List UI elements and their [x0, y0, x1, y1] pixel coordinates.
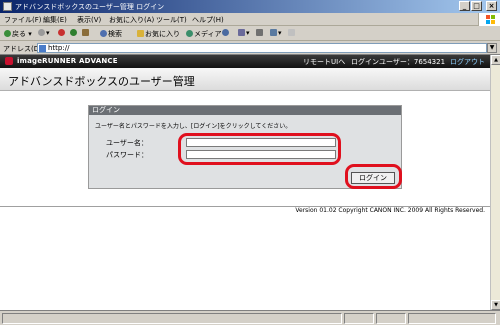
status-cell [376, 313, 406, 324]
menu-edit[interactable]: 編集(E) [43, 15, 67, 25]
scroll-down-icon[interactable]: ▼ [491, 300, 500, 310]
vertical-scrollbar[interactable]: ▲ ▼ [490, 55, 500, 310]
version-text: Version 01.02 Copyright CANON INC. 2009 … [295, 207, 485, 214]
close-icon[interactable]: × [486, 1, 497, 11]
discuss-icon [288, 29, 295, 36]
menu-tools[interactable]: ツール(T) [156, 15, 187, 25]
brand-header: imageRUNNER ADVANCE リモートUIへ ログインユーザー：765… [0, 55, 490, 68]
login-panel-title: ログイン [89, 106, 401, 115]
back-arrow-icon [4, 30, 11, 37]
login-user-label: ログインユーザー：7654321 [351, 58, 446, 66]
maximize-icon[interactable]: □ [471, 1, 482, 11]
zone-cell [408, 313, 496, 324]
page-title-area: アドバンスドボックスのユーザー管理 [0, 68, 490, 91]
discuss-button[interactable] [288, 29, 296, 37]
page-content: imageRUNNER ADVANCE リモートUIへ ログインユーザー：765… [0, 55, 490, 310]
history-icon [222, 29, 229, 36]
refresh-icon [70, 29, 77, 36]
status-bar [0, 310, 500, 325]
edit-icon [270, 29, 277, 36]
password-label: パスワード： [106, 151, 148, 159]
page-title: アドバンスドボックスのユーザー管理 [8, 75, 195, 88]
stop-button[interactable] [58, 29, 66, 37]
back-button[interactable]: 戻る ▾ [4, 29, 32, 39]
forward-button[interactable]: ▾ [38, 29, 50, 37]
search-button[interactable]: 検索 [100, 29, 122, 39]
refresh-button[interactable] [70, 29, 78, 37]
edit-page-button[interactable]: ▾ [270, 29, 282, 37]
login-instructions: ユーザー名とパスワードを入力し、[ログイン]をクリックしてください。 [95, 123, 292, 130]
browser-toolbar: 戻る ▾ ▾ 検索 お気に入り メディア ▾ ▾ [0, 26, 500, 41]
status-text-cell [2, 313, 342, 324]
print-button[interactable] [256, 29, 264, 37]
menu-file[interactable]: ファイル(F) [4, 15, 42, 25]
stop-icon [58, 29, 65, 36]
browser-icon [3, 2, 12, 11]
page-icon [39, 45, 46, 52]
scroll-up-icon[interactable]: ▲ [491, 55, 500, 65]
remote-ui-link[interactable]: リモートUIへ [303, 57, 345, 67]
window-title: アドバンスドボックスのユーザー管理 ログイン [15, 3, 165, 11]
window-title-bar[interactable]: アドバンスドボックスのユーザー管理 ログイン _ □ × [0, 0, 500, 13]
status-cell [344, 313, 374, 324]
logout-link[interactable]: ログアウト [450, 57, 485, 67]
username-label: ユーザー名： [106, 139, 148, 147]
favorites-button[interactable]: お気に入り [137, 29, 180, 39]
search-icon [100, 30, 107, 37]
media-button[interactable]: メディア [186, 29, 222, 39]
address-url: http:// [48, 44, 70, 52]
address-bar: アドレス(D) http:// ▼ [0, 41, 500, 55]
history-button[interactable] [222, 29, 230, 37]
mail-icon [238, 29, 245, 36]
mail-button[interactable]: ▾ [238, 29, 250, 37]
minimize-icon[interactable]: _ [459, 1, 470, 11]
canon-logo-icon [5, 57, 13, 65]
print-icon [256, 29, 263, 36]
address-input[interactable]: http:// [37, 43, 487, 53]
menu-favorites[interactable]: お気に入り(A) [109, 15, 154, 25]
windows-logo-icon [478, 13, 500, 26]
password-input[interactable] [186, 150, 336, 159]
login-panel: ログイン ユーザー名とパスワードを入力し、[ログイン]をクリックしてください。 … [88, 105, 402, 189]
menu-view[interactable]: 表示(V) [77, 15, 101, 25]
menu-help[interactable]: ヘルプ(H) [192, 15, 224, 25]
address-dropdown-icon[interactable]: ▼ [487, 43, 497, 53]
login-button[interactable]: ログイン [351, 172, 395, 184]
media-icon [186, 30, 193, 37]
home-button[interactable] [82, 29, 90, 37]
brand-name: imageRUNNER ADVANCE [17, 57, 118, 65]
favorites-icon [137, 30, 144, 37]
menu-bar: ファイル(F) 編集(E) 表示(V) お気に入り(A) ツール(T) ヘルプ(… [0, 13, 500, 26]
forward-arrow-icon [38, 29, 45, 36]
username-input[interactable] [186, 138, 336, 147]
home-icon [82, 29, 89, 36]
